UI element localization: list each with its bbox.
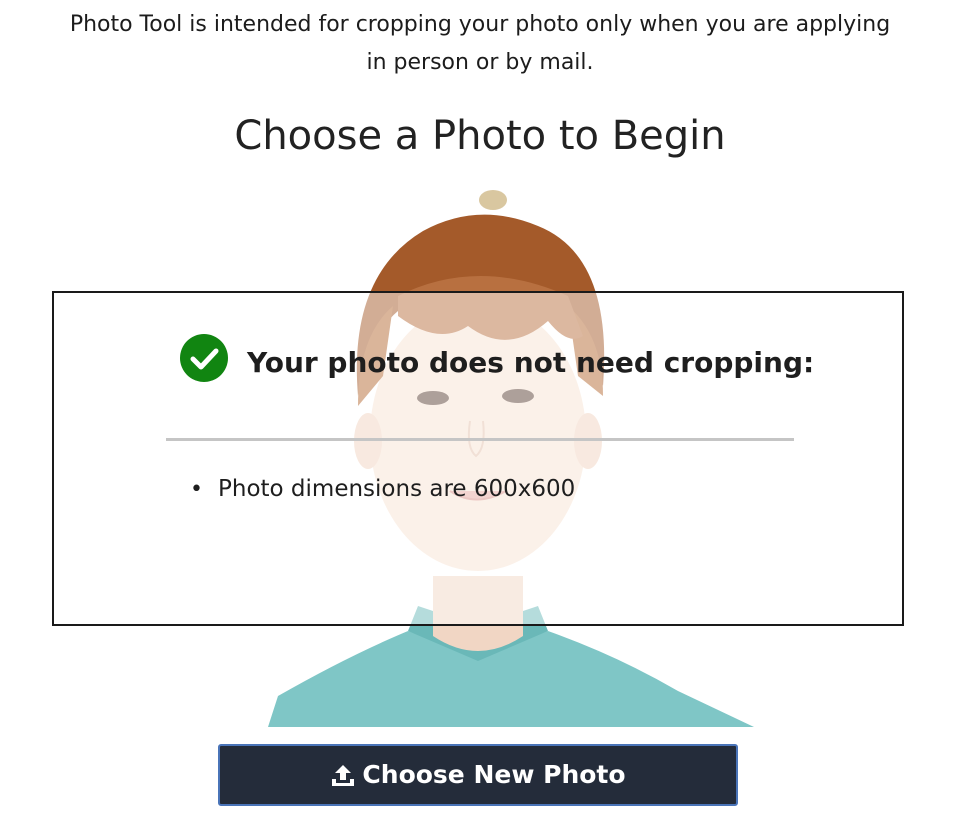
usage-notice-line-1: Photo Tool is intended for cropping your… bbox=[69, 12, 891, 37]
usage-notice: Photo Tool is intended for cropping your… bbox=[0, 6, 960, 82]
detail-text: Photo dimensions are 600x600 bbox=[218, 476, 576, 502]
crop-result-panel: Your photo does not need cropping: • Phot… bbox=[52, 291, 904, 626]
bullet-icon: • bbox=[190, 477, 203, 502]
page-title: Choose a Photo to Begin bbox=[234, 113, 726, 159]
detail-item: • Photo dimensions are 600x600 bbox=[190, 473, 575, 506]
usage-notice-line-2: in person or by mail. bbox=[366, 50, 594, 75]
upload-icon bbox=[332, 765, 355, 786]
choose-new-photo-label: Choose New Photo bbox=[362, 760, 626, 789]
check-circle-icon bbox=[180, 334, 228, 382]
result-heading: Your photo does not need cropping: bbox=[247, 346, 815, 379]
divider bbox=[166, 438, 794, 441]
photo-tool-page: Photo Tool is intended for cropping your… bbox=[0, 0, 960, 816]
choose-new-photo-button[interactable]: Choose New Photo bbox=[218, 744, 738, 806]
result-details: • Photo dimensions are 600x600 bbox=[190, 473, 575, 506]
